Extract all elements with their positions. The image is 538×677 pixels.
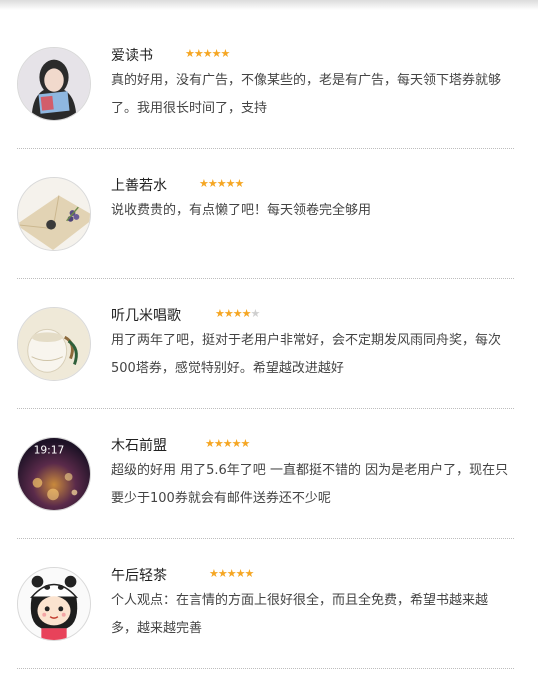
- review-text: 真的好用，没有广告，不像某些的，老是有广告，每天领下塔券就够了。我用很长时间了，…: [111, 73, 502, 116]
- avatar[interactable]: 19:17: [17, 437, 91, 511]
- star-filled-icon: ★: [240, 437, 251, 450]
- star-filled-icon: ★: [232, 307, 243, 320]
- clock-time-text: 19:17: [34, 444, 65, 457]
- star-filled-icon: ★: [217, 567, 228, 580]
- avatar-night-bokeh-image: 19:17: [18, 438, 90, 510]
- star-filled-icon: ★: [241, 307, 252, 320]
- rating-stars: ★★★★★: [185, 47, 231, 61]
- star-filled-icon: ★: [207, 177, 218, 190]
- avatar[interactable]: [17, 177, 91, 251]
- star-filled-icon: ★: [226, 567, 237, 580]
- star-filled-icon: ★: [225, 177, 236, 190]
- reviewer-name: 上善若水: [111, 178, 167, 194]
- avatar-cartoon-panda-hat-image: [18, 568, 90, 640]
- avatar-envelope-flowers-image: [18, 178, 90, 250]
- star-filled-icon: ★: [185, 47, 195, 60]
- avatar-girl-with-book-image: [18, 48, 90, 120]
- avatar[interactable]: [17, 307, 91, 381]
- review-item: 午后轻茶 ★★★★★ 个人观点：在言情的方面上很好很全，而且全免费，希望书越来越…: [17, 539, 514, 669]
- star-filled-icon: ★: [244, 567, 255, 580]
- star-filled-icon: ★: [220, 47, 231, 60]
- star-filled-icon: ★: [193, 47, 204, 60]
- star-filled-icon: ★: [223, 307, 234, 320]
- star-filled-icon: ★: [231, 437, 242, 450]
- star-filled-icon: ★: [199, 177, 209, 190]
- star-filled-icon: ★: [215, 307, 225, 320]
- star-filled-icon: ★: [235, 567, 246, 580]
- avatar[interactable]: [17, 567, 91, 641]
- review-item: 19:17 木石前盟 ★★★★★ 超级的好用 用了5.6年了吧 一直都挺不错的 …: [17, 409, 514, 539]
- review-item: 爱读书 ★★★★★ 真的好用，没有广告，不像某些的，老是有广告，每天领下塔券就够…: [17, 19, 514, 149]
- review-item: 听几米唱歌 ★★★★★ 用了两年了吧，挺对于老用户非常好，会不定期发风雨同舟奖，…: [17, 279, 514, 409]
- review-text: 说收费贵的，有点懒了吧！每天领卷完全够用: [111, 203, 372, 218]
- star-filled-icon: ★: [234, 177, 245, 190]
- star-filled-icon: ★: [222, 437, 233, 450]
- rating-stars: ★★★★★: [215, 307, 261, 321]
- reviewer-name: 听几米唱歌: [111, 308, 181, 324]
- star-filled-icon: ★: [213, 437, 224, 450]
- star-filled-icon: ★: [216, 177, 227, 190]
- reviewer-name: 午后轻茶: [111, 568, 167, 584]
- review-text: 超级的好用 用了5.6年了吧 一直都挺不错的 因为是老用户了，现在只要少于100…: [111, 463, 509, 506]
- rating-stars: ★★★★★: [209, 567, 255, 581]
- rating-stars: ★★★★★: [199, 177, 245, 191]
- review-text: 用了两年了吧，挺对于老用户非常好，会不定期发风雨同舟奖，每次500塔券，感觉特别…: [111, 333, 502, 376]
- header-shadow: [0, 0, 538, 10]
- reviewer-name: 木石前盟: [111, 438, 167, 454]
- review-item: 上善若水 ★★★★★ 说收费贵的，有点懒了吧！每天领卷完全够用: [17, 149, 514, 279]
- star-filled-icon: ★: [205, 437, 215, 450]
- avatar-lace-cup-image: [18, 308, 90, 380]
- star-filled-icon: ★: [202, 47, 213, 60]
- star-filled-icon: ★: [209, 567, 219, 580]
- star-empty-icon: ★: [250, 307, 261, 320]
- avatar[interactable]: [17, 47, 91, 121]
- rating-stars: ★★★★★: [205, 437, 251, 451]
- star-filled-icon: ★: [211, 47, 222, 60]
- reviewer-name: 爱读书: [111, 48, 153, 64]
- review-text: 个人观点：在言情的方面上很好很全，而且全免费，希望书越来越多，越来越完善: [111, 593, 489, 636]
